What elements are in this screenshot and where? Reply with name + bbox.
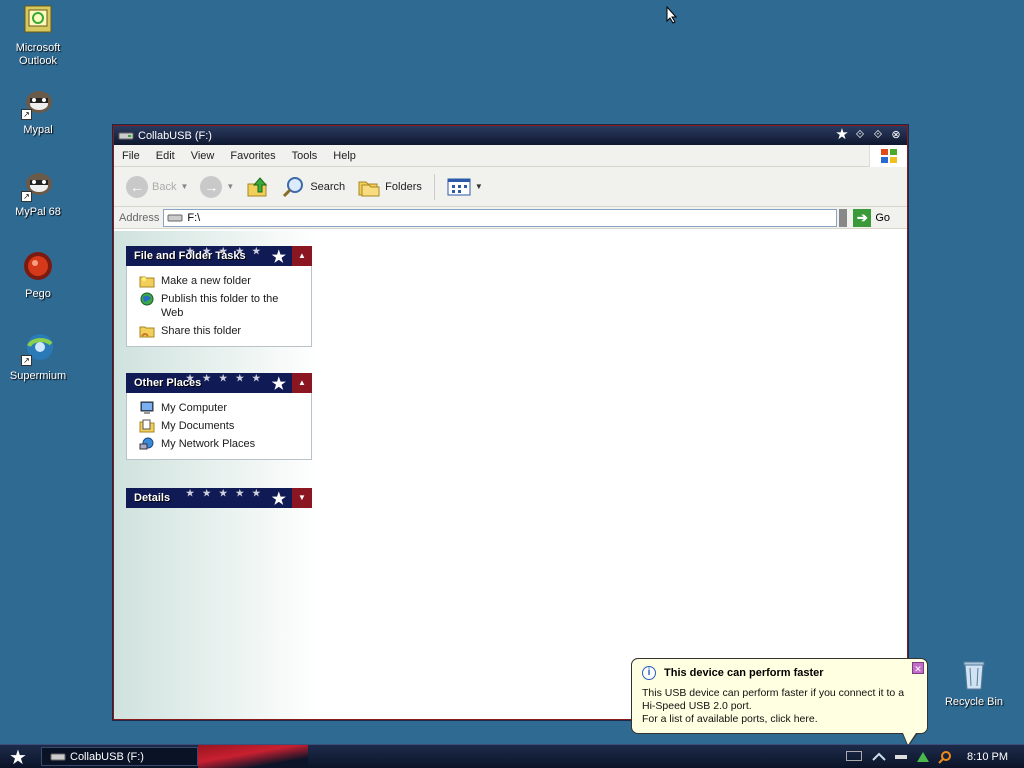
balloon-title: This device can perform faster — [664, 667, 824, 679]
keyboard-icon[interactable] — [846, 751, 862, 761]
search-tray-icon[interactable] — [937, 750, 953, 764]
desktop-icon-recycle-bin[interactable]: Recycle Bin — [936, 658, 1012, 709]
recycle-bin-icon — [957, 658, 991, 692]
collapse-icon[interactable]: ▲ — [292, 246, 312, 266]
folders-button[interactable]: Folders — [353, 174, 426, 200]
panel-header[interactable]: ★ ★ ★ ★ ★ Other Places ★ ▲ — [126, 373, 312, 393]
documents-icon — [139, 419, 155, 433]
task-pane: ★ ★ ★ ★ ★ File and Folder Tasks ★ ▲ Make… — [114, 231, 319, 719]
mouse-cursor-icon — [666, 6, 678, 24]
go-arrow-icon: ➔ — [853, 208, 872, 227]
pego-icon — [21, 250, 55, 284]
search-button[interactable]: Search — [278, 174, 349, 200]
toolbar-separator — [433, 173, 435, 200]
task-make-new-folder[interactable]: Make a new folder — [139, 274, 305, 288]
star-icon: ★ — [271, 249, 286, 266]
up-folder-button[interactable] — [242, 174, 274, 200]
chevron-down-icon: ▼ — [180, 182, 189, 191]
close-icon[interactable]: ✕ — [912, 662, 924, 674]
folders-icon — [358, 181, 380, 196]
star-icon: ★ — [271, 376, 286, 393]
address-dropdown-button[interactable] — [839, 208, 848, 227]
window-title: CollabUSB (F:) — [138, 129, 212, 142]
close-button[interactable]: ⊗ — [889, 128, 903, 142]
menu-edit[interactable]: Edit — [148, 150, 183, 162]
search-icon — [283, 176, 304, 197]
taskbar: ★ CollabUSB (F:) 8:10 PM — [0, 744, 1024, 768]
menu-bar: File Edit View Favorites Tools Help — [114, 145, 907, 167]
stars-decoration: ★ ★ ★ ★ ★ — [186, 488, 264, 498]
task-share-folder[interactable]: Share this folder — [139, 324, 305, 338]
back-button[interactable]: ← Back ▼ — [122, 174, 192, 200]
explorer-window: CollabUSB (F:) ★ ⟐ ⟐ ⊗ File Edit View Fa… — [113, 125, 908, 720]
usb-tray-icon[interactable] — [893, 750, 909, 764]
balloon-line-2: Hi-Speed USB 2.0 port. — [642, 700, 752, 712]
place-my-documents[interactable]: My Documents — [139, 419, 305, 433]
up-folder-icon — [247, 176, 268, 196]
expand-icon[interactable]: ▼ — [292, 488, 312, 508]
folder-content[interactable]: ★ ★ ★ ★ ★ File and Folder Tasks ★ ▲ Make… — [114, 231, 907, 719]
supermium-icon: ↗ — [21, 332, 55, 366]
clock[interactable]: 8:10 PM — [967, 751, 1008, 763]
chevron-down-icon: ▼ — [226, 182, 235, 191]
system-tray: 8:10 PM — [871, 745, 1024, 768]
maximize-button[interactable]: ⟐ — [871, 128, 885, 142]
window-titlebar[interactable]: CollabUSB (F:) ★ ⟐ ⟐ ⊗ — [114, 126, 907, 145]
balloon-line-3[interactable]: For a list of available ports, click her… — [642, 713, 917, 726]
details-panel: ★ ★ ★ ★ ★ Details ★ ▼ — [126, 488, 312, 508]
taskbar-item-collabusb[interactable]: CollabUSB (F:) — [41, 747, 198, 766]
place-my-network-places[interactable]: My Network Places — [139, 437, 305, 451]
windows-logo-icon — [869, 145, 907, 167]
usb-drive-icon — [50, 753, 66, 760]
forward-button[interactable]: → ▼ — [196, 174, 238, 200]
star-icon: ★ — [271, 491, 286, 508]
globe-icon — [140, 292, 154, 306]
views-button[interactable]: ▼ — [443, 175, 487, 199]
usb-drive-icon — [118, 132, 134, 139]
toolbar: ← Back ▼ → ▼ Search Folders ▼ — [114, 167, 907, 207]
views-icon — [447, 178, 471, 195]
menu-favorites[interactable]: Favorites — [222, 150, 283, 162]
address-bar: Address F:\ ➔ Go — [114, 207, 907, 229]
place-my-computer[interactable]: My Computer — [139, 401, 305, 415]
other-places-panel: ★ ★ ★ ★ ★ Other Places ★ ▲ My Computer M… — [126, 373, 312, 460]
new-folder-icon — [139, 276, 155, 288]
collapse-icon[interactable]: ▲ — [292, 373, 312, 393]
menu-file[interactable]: File — [114, 150, 148, 162]
go-button[interactable]: ➔ Go — [853, 208, 890, 227]
info-icon: i — [642, 666, 656, 680]
desktop-icon-mypal[interactable]: ↗ Mypal — [0, 86, 76, 137]
desktop-icon-supermium[interactable]: ↗ Supermium — [0, 332, 76, 383]
panel-header[interactable]: ★ ★ ★ ★ ★ Details ★ ▼ — [126, 488, 312, 508]
menu-help[interactable]: Help — [325, 150, 364, 162]
file-folder-tasks-panel: ★ ★ ★ ★ ★ File and Folder Tasks ★ ▲ Make… — [126, 246, 312, 347]
start-button[interactable]: ★ — [0, 745, 36, 768]
minimize-button[interactable]: ⟐ — [853, 128, 867, 142]
chevron-down-icon: ▼ — [474, 182, 483, 191]
forward-arrow-icon: → — [200, 175, 223, 198]
desktop-icon-pego[interactable]: Pego — [0, 250, 76, 301]
flag-decoration — [198, 745, 308, 768]
desktop-icon-outlook[interactable]: Microsoft Outlook — [0, 4, 76, 68]
notification-balloon[interactable]: i This device can perform faster This US… — [631, 658, 928, 747]
desktop-icon-mypal-68[interactable]: ↗ MyPal 68 — [0, 168, 76, 219]
menu-tools[interactable]: Tools — [284, 150, 326, 162]
network-tray-icon[interactable] — [871, 750, 887, 764]
address-input[interactable]: F:\ — [163, 208, 838, 227]
safely-remove-icon[interactable] — [915, 750, 931, 764]
network-icon — [139, 437, 154, 450]
usb-drive-icon — [167, 214, 183, 221]
share-folder-icon — [139, 326, 155, 338]
outlook-icon — [21, 4, 55, 38]
task-publish-folder[interactable]: Publish this folder to the Web — [139, 292, 305, 320]
back-arrow-icon: ← — [126, 175, 148, 198]
raccoon-icon: ↗ — [21, 168, 55, 202]
address-label: Address — [119, 211, 160, 224]
star-icon: ★ — [835, 126, 849, 143]
panel-header[interactable]: ★ ★ ★ ★ ★ File and Folder Tasks ★ ▲ — [126, 246, 312, 266]
raccoon-icon: ↗ — [21, 86, 55, 120]
balloon-line-1: This USB device can perform faster if yo… — [642, 687, 905, 699]
menu-view[interactable]: View — [183, 150, 223, 162]
computer-icon — [140, 401, 154, 414]
